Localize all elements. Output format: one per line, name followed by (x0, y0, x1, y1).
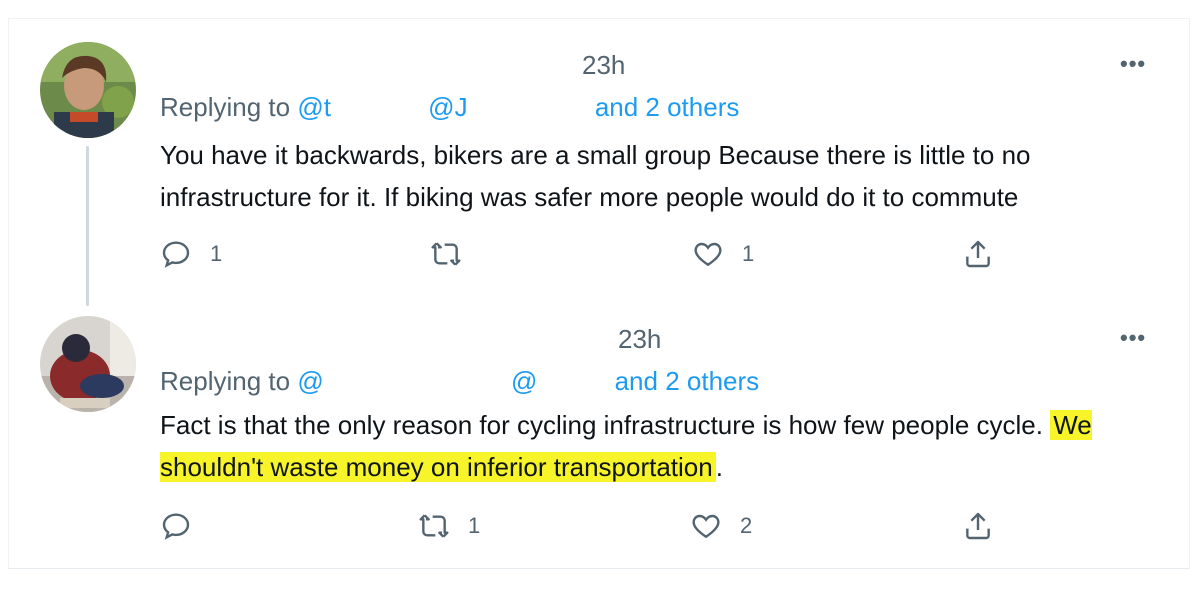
tweet-divider (8, 568, 1190, 569)
reply-button[interactable] (160, 510, 210, 542)
retweet-icon (419, 514, 449, 538)
replying-to-line: Replying to @t @J and 2 others (160, 92, 739, 123)
redacted-handle (537, 373, 607, 393)
mention-link[interactable]: @t (297, 92, 331, 122)
mention-link[interactable]: @J (428, 92, 467, 122)
retweet-button[interactable]: 1 (418, 510, 480, 542)
more-options-icon[interactable]: ••• (1120, 53, 1146, 75)
like-icon (692, 514, 720, 539)
retweet-count: 1 (468, 513, 481, 538)
tweet-text: Fact is that the only reason for cycling… (160, 404, 1170, 488)
mention-link[interactable]: @ (297, 366, 323, 396)
share-button[interactable] (962, 238, 994, 270)
tweet-text: You have it backwards, bikers are a smal… (160, 140, 1031, 212)
reply-icon (162, 513, 190, 540)
thread-connector-line (86, 146, 89, 306)
tweet-text-plain: Fact is that the only reason for cycling… (160, 410, 1051, 440)
redacted-handle (468, 99, 588, 119)
others-link[interactable]: and 2 others (615, 366, 760, 396)
like-icon (694, 242, 722, 267)
like-count: 1 (742, 241, 755, 266)
avatar[interactable] (40, 42, 136, 138)
reply-icon (162, 241, 190, 268)
share-button[interactable] (962, 510, 994, 542)
redacted-handle (331, 99, 421, 119)
replying-to-line: Replying to @ @ and 2 others (160, 366, 759, 397)
reply-button[interactable]: 1 (160, 238, 222, 270)
like-button[interactable]: 1 (692, 238, 754, 270)
replying-to-label: Replying to (160, 92, 291, 122)
avatar[interactable] (40, 316, 136, 412)
more-options-icon[interactable]: ••• (1120, 327, 1146, 349)
reply-count: 1 (210, 241, 223, 266)
redacted-handle (324, 373, 504, 393)
mention-link[interactable]: @ (511, 366, 537, 396)
tweet-timestamp[interactable]: 23h (582, 50, 625, 81)
tweet-text-end: . (715, 452, 723, 482)
share-icon (966, 240, 990, 268)
others-link[interactable]: and 2 others (595, 92, 740, 122)
like-button[interactable]: 2 (690, 510, 752, 542)
tweet-timestamp[interactable]: 23h (618, 324, 661, 355)
retweet-icon (431, 242, 461, 266)
like-count: 2 (740, 513, 753, 538)
retweet-button[interactable] (430, 238, 480, 270)
share-icon (966, 512, 990, 540)
replying-to-label: Replying to (160, 366, 291, 396)
